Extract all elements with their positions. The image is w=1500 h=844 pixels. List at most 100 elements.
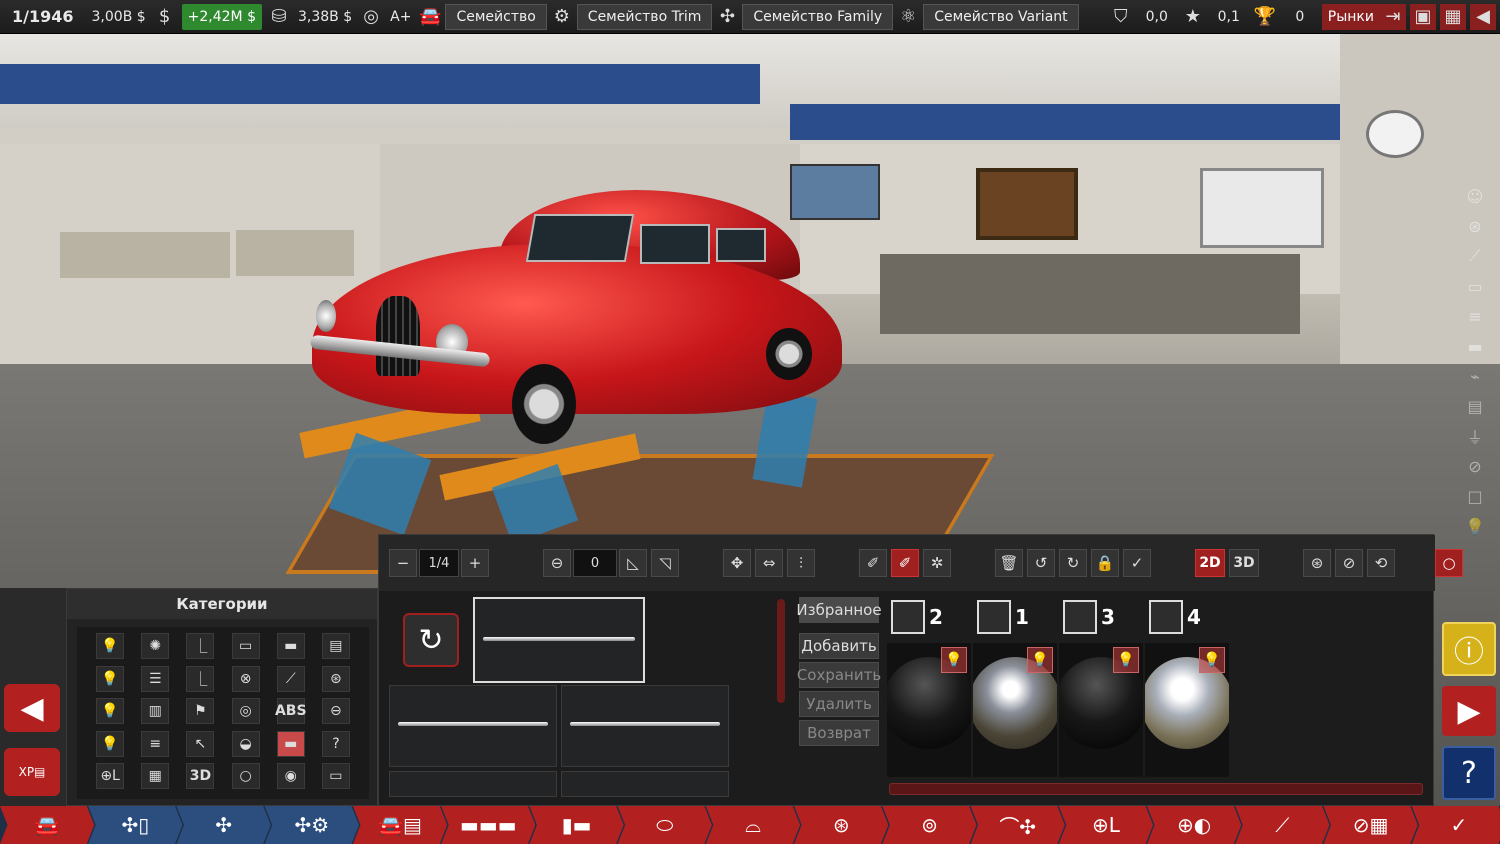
bulb-icon[interactable]: 💡 xyxy=(96,633,125,659)
blueprint-button[interactable]: XP▤ xyxy=(4,748,60,796)
wheel-icon[interactable]: ⊛ xyxy=(1303,549,1331,577)
spray-all-icon[interactable]: ✲ xyxy=(923,549,951,577)
lightbulb-icon[interactable]: 💡 xyxy=(941,647,967,673)
decal-thumbnail[interactable] xyxy=(561,685,729,767)
material-preview[interactable]: 💡 xyxy=(887,643,971,777)
no-wheel-icon[interactable]: ⊘ xyxy=(1335,549,1363,577)
wheel-icon[interactable]: ⊛ xyxy=(321,665,350,692)
engine-icon[interactable]: ▭ xyxy=(1462,274,1488,298)
list-icon[interactable]: ☰ xyxy=(141,665,170,692)
scrollbar[interactable] xyxy=(777,599,785,703)
skew-left-icon[interactable]: ◺ xyxy=(619,549,647,577)
stripe-icon[interactable]: ≡ xyxy=(141,730,170,757)
mode-3d-button[interactable]: 3D xyxy=(1229,549,1259,577)
nav-engine-icon[interactable]: ✣ xyxy=(176,806,271,844)
nav-finish-icon[interactable]: ✓ xyxy=(1411,806,1500,844)
nav-suspension-icon[interactable]: ⌓ xyxy=(705,806,801,844)
nav-engine-bay-icon[interactable]: ⬭ xyxy=(617,806,712,844)
bulb-icon[interactable]: 💡 xyxy=(1462,514,1488,538)
exit-icon[interactable]: ⇥ xyxy=(1380,3,1406,30)
markets-button[interactable]: Рынки xyxy=(1321,3,1380,30)
nav-brakes-icon[interactable]: ⊚ xyxy=(882,806,977,844)
delete-button[interactable]: Удалить xyxy=(799,691,879,717)
nav-variant-icon[interactable]: ✣⚙ xyxy=(264,806,359,844)
back-arrow-icon[interactable]: ◀ xyxy=(1470,3,1496,30)
material-slot-4[interactable]: 4 xyxy=(1149,599,1201,635)
nav-safety-icon[interactable]: ⊕◐ xyxy=(1147,806,1242,844)
spray-icon[interactable]: ✐ xyxy=(859,549,887,577)
lock-icon[interactable]: 🔒 xyxy=(1091,549,1119,577)
grid-icon[interactable]: ▦ xyxy=(141,763,170,790)
warning-button[interactable]: ⓘ xyxy=(1442,622,1496,676)
rotate-dial-icon[interactable]: ⊖ xyxy=(543,549,571,577)
decal-thumbnail[interactable] xyxy=(561,771,729,797)
save-button[interactable]: Сохранить xyxy=(797,662,881,688)
exhaust-icon[interactable]: ≡ xyxy=(1462,304,1488,328)
decal-thumbnail[interactable] xyxy=(473,597,645,683)
decal-thumbnail[interactable] xyxy=(389,771,557,797)
rotation-input[interactable]: 0 xyxy=(573,549,617,577)
nav-interior-icon[interactable]: ⊕L xyxy=(1058,806,1154,844)
spray-active-icon[interactable]: ✐ xyxy=(891,549,919,577)
nav-car-icon[interactable]: 🚘 xyxy=(0,806,95,844)
nav-aero-icon[interactable]: ⌒✣ xyxy=(970,806,1065,844)
nav-body-icon[interactable]: ▬▬▬ xyxy=(441,806,536,844)
redo-icon[interactable]: ↻ xyxy=(1059,549,1087,577)
circle-icon[interactable]: ○ xyxy=(231,763,260,790)
material-slot-3[interactable]: 3 xyxy=(1063,599,1115,635)
person-icon[interactable]: ☺ xyxy=(1462,184,1488,208)
truck-icon[interactable]: ▬ xyxy=(276,633,305,659)
light-l-icon[interactable]: ⊕L xyxy=(96,763,125,790)
suspension-icon[interactable]: ⌁ xyxy=(1462,364,1488,388)
mirror-icon[interactable]: ◒ xyxy=(231,730,260,757)
seat-icon[interactable]: ⎿ xyxy=(186,665,215,692)
cursor-icon[interactable]: ↖ xyxy=(186,730,215,757)
delete-icon[interactable]: 🗑 xyxy=(995,549,1023,577)
seat-icon[interactable]: ⎿ xyxy=(186,633,215,659)
circle-icon[interactable]: ○ xyxy=(1435,549,1463,577)
text-3d-icon[interactable]: 3D xyxy=(186,763,215,790)
save-icon[interactable]: ▣ xyxy=(1410,3,1436,30)
pen-icon[interactable]: ⟋ xyxy=(276,665,305,692)
help-button[interactable]: ? xyxy=(1442,746,1496,800)
tire-icon[interactable]: ⊘ xyxy=(1462,454,1488,478)
nav-trim-icon[interactable]: 🚘▤ xyxy=(352,806,448,844)
body-icon[interactable]: ▬ xyxy=(1462,334,1488,358)
nav-wheels-icon[interactable]: ⊛ xyxy=(794,806,889,844)
help-icon[interactable]: ? xyxy=(321,730,350,757)
plus-button[interactable]: + xyxy=(461,549,489,577)
flag-icon[interactable]: ⚑ xyxy=(186,698,215,725)
piston-icon[interactable]: ⟋ xyxy=(1462,244,1488,268)
nav-model-icon[interactable]: ✣▯ xyxy=(88,806,183,844)
trim-family-button[interactable]: Семейство Trim xyxy=(576,3,713,30)
minus-button[interactable]: − xyxy=(389,549,417,577)
material-slot-2[interactable]: 2 xyxy=(891,599,943,635)
bulb-icon[interactable]: 💡 xyxy=(96,730,125,757)
skew-right-icon[interactable]: ◹ xyxy=(651,549,679,577)
material-preview[interactable]: 💡 xyxy=(1059,643,1143,777)
link-icon[interactable]: ⊖ xyxy=(321,698,350,725)
mode-2d-button[interactable]: 2D xyxy=(1195,549,1225,577)
check-icon[interactable]: ✓ xyxy=(1123,549,1151,577)
wheel-icon[interactable]: ⊗ xyxy=(231,665,260,692)
bulb-icon[interactable]: 💡 xyxy=(96,665,125,692)
seat-icon[interactable]: ⏚ xyxy=(1462,424,1488,448)
plate-icon[interactable]: ▭ xyxy=(321,763,350,790)
add-button[interactable]: Добавить xyxy=(799,633,879,659)
material-scrollbar[interactable] xyxy=(889,783,1423,795)
return-button[interactable]: Возврат xyxy=(799,720,879,746)
target-icon[interactable]: ◉ xyxy=(276,763,305,790)
undo-icon[interactable]: ↺ xyxy=(1027,549,1055,577)
next-button[interactable]: ▶ xyxy=(1442,686,1496,736)
nav-test-icon[interactable]: ⟋ xyxy=(1235,806,1330,844)
gear-icon[interactable]: ✺ xyxy=(141,633,170,659)
panel-icon[interactable]: □ xyxy=(1462,484,1488,508)
prev-button[interactable]: ◀ xyxy=(4,684,60,732)
calculator-icon[interactable]: ▦ xyxy=(1440,3,1466,30)
lightbulb-icon[interactable]: 💡 xyxy=(1027,647,1053,673)
scale-icon[interactable]: ⇔ xyxy=(755,549,783,577)
engine-family-button[interactable]: Семейство Family xyxy=(742,3,894,30)
nav-track-icon[interactable]: ⊘▦ xyxy=(1323,806,1418,844)
grille-icon[interactable]: ▤ xyxy=(1462,394,1488,418)
panel-icon[interactable]: ▤ xyxy=(321,633,350,659)
